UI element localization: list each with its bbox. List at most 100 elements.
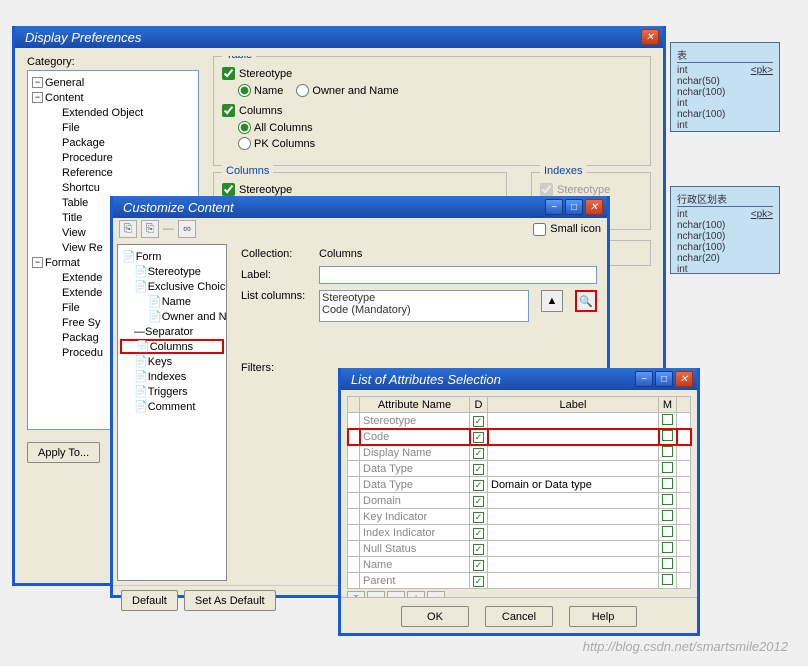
titlebar[interactable]: Customize Content − □ ✕ xyxy=(113,196,607,218)
m-checkbox[interactable] xyxy=(659,525,677,541)
m-checkbox[interactable] xyxy=(659,557,677,573)
tree-item[interactable]: Title xyxy=(62,212,82,224)
owner-name-radio[interactable]: Owner and Name xyxy=(296,84,398,97)
close-button[interactable]: ✕ xyxy=(585,199,603,215)
paste-icon[interactable]: ⎘ xyxy=(141,220,159,238)
label-cell[interactable] xyxy=(488,445,659,461)
table-row[interactable]: Display Name✓ xyxy=(348,445,691,461)
table-row[interactable]: Data Type✓Domain or Data type xyxy=(348,477,691,493)
label-cell[interactable] xyxy=(488,429,659,445)
link-icon[interactable]: ∞ xyxy=(178,220,196,238)
m-checkbox[interactable] xyxy=(659,461,677,477)
tree-item[interactable]: Stereotype xyxy=(148,266,201,278)
tree-item-table[interactable]: Table xyxy=(62,197,88,209)
table-row[interactable]: Stereotype✓ xyxy=(348,413,691,429)
move-up-button[interactable]: ▲ xyxy=(541,290,563,312)
stereotype-checkbox[interactable]: Stereotype xyxy=(222,67,642,80)
tree-item[interactable]: Keys xyxy=(148,356,172,368)
tree-item[interactable]: View Re xyxy=(62,242,103,254)
close-button[interactable]: ✕ xyxy=(641,29,659,45)
table-row[interactable]: Domain✓ xyxy=(348,493,691,509)
cancel-button[interactable]: Cancel xyxy=(485,606,553,627)
form-tree[interactable]: 📄 Form 📄 Stereotype 📄 Exclusive Choice 📄… xyxy=(117,244,227,581)
tree-item[interactable]: Procedure xyxy=(62,152,113,164)
col-d[interactable]: D xyxy=(470,397,488,413)
tree-item[interactable]: View xyxy=(62,227,86,239)
d-checkbox[interactable]: ✓ xyxy=(470,525,488,541)
tree-item[interactable]: File xyxy=(62,122,80,134)
label-cell[interactable] xyxy=(488,493,659,509)
tree-item-format[interactable]: Format xyxy=(45,257,80,269)
tree-item[interactable]: Comment xyxy=(148,401,196,413)
label-cell[interactable] xyxy=(488,525,659,541)
move-top-icon[interactable]: ⤒ xyxy=(347,591,365,597)
d-checkbox[interactable]: ✓ xyxy=(470,413,488,429)
label-cell[interactable] xyxy=(488,573,659,589)
label-cell[interactable] xyxy=(488,557,659,573)
tree-item[interactable]: Exclusive Choice xyxy=(148,281,227,293)
label-cell[interactable]: Domain or Data type xyxy=(488,477,659,493)
m-checkbox[interactable] xyxy=(659,509,677,525)
m-checkbox[interactable] xyxy=(659,493,677,509)
m-checkbox[interactable] xyxy=(659,413,677,429)
table-row[interactable]: Name✓ xyxy=(348,557,691,573)
tree-item[interactable]: Triggers xyxy=(148,386,188,398)
label-cell[interactable] xyxy=(488,541,659,557)
pk-columns-radio[interactable]: PK Columns xyxy=(238,137,315,150)
tree-item[interactable]: Free Sy xyxy=(62,317,101,329)
tree-item[interactable]: Extende xyxy=(62,287,102,299)
d-checkbox[interactable]: ✓ xyxy=(470,493,488,509)
help-button[interactable]: Help xyxy=(569,606,637,627)
titlebar[interactable]: List of Attributes Selection − □ ✕ xyxy=(341,368,697,390)
tree-item-columns[interactable]: Columns xyxy=(150,341,193,353)
m-checkbox[interactable] xyxy=(659,445,677,461)
move-down-icon[interactable]: ↓ xyxy=(387,591,405,597)
tree-item-separator[interactable]: Separator xyxy=(145,326,193,338)
m-checkbox[interactable] xyxy=(659,573,677,589)
table-row[interactable]: Parent✓ xyxy=(348,573,691,589)
ellipsis-button[interactable]: 🔍 xyxy=(575,290,597,312)
list-columns-box[interactable]: StereotypeCode (Mandatory) xyxy=(319,290,529,322)
d-checkbox[interactable]: ✓ xyxy=(470,445,488,461)
col-attribute-name[interactable]: Attribute Name xyxy=(360,397,470,413)
table-row[interactable]: Index Indicator✓ xyxy=(348,525,691,541)
nav-left-icon[interactable]: ◄ xyxy=(427,591,445,597)
copy-icon[interactable]: ⎘ xyxy=(119,220,137,238)
set-default-button[interactable]: Set As Default xyxy=(184,590,276,611)
d-checkbox[interactable]: ✓ xyxy=(470,541,488,557)
label-cell[interactable] xyxy=(488,509,659,525)
tree-item[interactable]: Packag xyxy=(62,332,99,344)
tree-item[interactable]: Extended Object xyxy=(62,107,143,119)
maximize-button[interactable]: □ xyxy=(655,371,673,387)
tree-item[interactable]: Shortcu xyxy=(62,182,100,194)
table-row[interactable]: Code✓ xyxy=(348,429,691,445)
d-checkbox[interactable]: ✓ xyxy=(470,461,488,477)
ok-button[interactable]: OK xyxy=(401,606,469,627)
tree-item-content[interactable]: Content xyxy=(45,92,84,104)
tree-item-general[interactable]: General xyxy=(45,77,84,89)
m-checkbox[interactable] xyxy=(659,541,677,557)
tree-item[interactable]: File xyxy=(62,302,80,314)
name-radio[interactable]: Name xyxy=(238,84,283,97)
d-checkbox[interactable]: ✓ xyxy=(470,477,488,493)
col-label[interactable]: Label xyxy=(488,397,659,413)
label-input[interactable] xyxy=(319,266,597,284)
tree-item[interactable]: Name xyxy=(162,296,191,308)
d-checkbox[interactable]: ✓ xyxy=(470,557,488,573)
columns-checkbox[interactable]: Columns xyxy=(222,104,642,117)
label-cell[interactable] xyxy=(488,461,659,477)
tree-item[interactable]: Reference xyxy=(62,167,113,179)
table-row[interactable]: Null Status✓ xyxy=(348,541,691,557)
tree-item[interactable]: Extende xyxy=(62,272,102,284)
tree-item[interactable]: Indexes xyxy=(148,371,187,383)
tree-item-form[interactable]: Form xyxy=(136,251,162,263)
tree-item[interactable]: Package xyxy=(62,137,105,149)
minimize-button[interactable]: − xyxy=(545,199,563,215)
table-row[interactable]: Data Type✓ xyxy=(348,461,691,477)
m-checkbox[interactable] xyxy=(659,477,677,493)
titlebar[interactable]: Display Preferences ✕ xyxy=(15,26,663,48)
minimize-button[interactable]: − xyxy=(635,371,653,387)
d-checkbox[interactable]: ✓ xyxy=(470,573,488,589)
tree-item[interactable]: Owner and Name xyxy=(162,311,227,323)
col-stereotype-checkbox[interactable]: Stereotype xyxy=(222,183,498,196)
